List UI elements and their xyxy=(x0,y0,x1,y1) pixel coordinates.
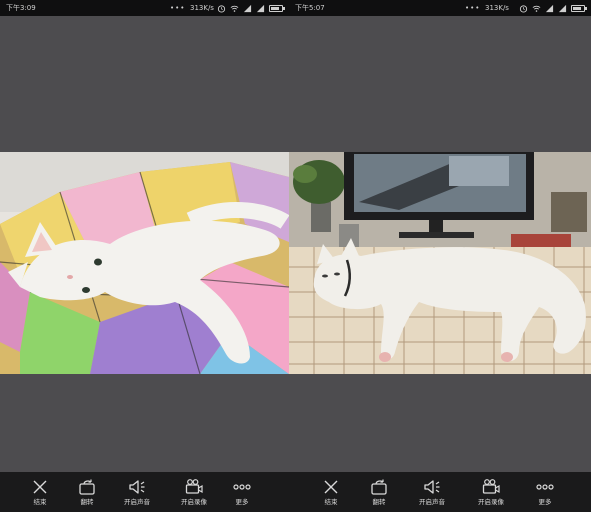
enable-sound-button[interactable]: 开启声音 xyxy=(117,472,157,512)
cell-signal-icon xyxy=(243,4,252,13)
flip-camera-icon xyxy=(77,477,97,497)
flip-camera-button[interactable]: 翻转 xyxy=(359,472,399,512)
end-call-button[interactable]: 结束 xyxy=(20,472,60,512)
more-button[interactable]: 更多 xyxy=(222,472,262,512)
more-button[interactable]: 更多 xyxy=(525,472,565,512)
cell-signal-2-icon xyxy=(558,4,567,13)
speaker-icon xyxy=(422,477,442,497)
call-toolbar: 结束 翻转 开启声音 开启录像 更多 xyxy=(0,472,289,512)
alarm-icon xyxy=(519,4,528,13)
video-camera-icon xyxy=(481,477,501,497)
close-icon xyxy=(30,477,50,497)
more-label: 更多 xyxy=(235,498,249,506)
close-icon xyxy=(321,477,341,497)
end-call-label: 结束 xyxy=(324,498,338,506)
status-network-speed: 313K/s xyxy=(190,4,214,12)
flip-camera-icon xyxy=(369,477,389,497)
cell-signal-2-icon xyxy=(256,4,265,13)
start-recording-label: 开启录像 xyxy=(181,498,207,506)
status-signal-dots: ••• xyxy=(170,4,186,12)
flip-camera-label: 翻转 xyxy=(372,498,386,506)
video-feed-cat-on-table xyxy=(289,152,591,374)
left-phone-screen: 下午3:09 ••• 313K/s 结束 翻转 开启声音 开启录像 更多 xyxy=(0,0,289,512)
alarm-icon xyxy=(217,4,226,13)
more-icon xyxy=(535,477,555,497)
status-bar: 下午3:09 ••• 313K/s xyxy=(0,0,289,16)
end-call-label: 结束 xyxy=(33,498,47,506)
status-network-speed: 313K/s xyxy=(485,4,509,12)
wifi-icon xyxy=(230,4,239,13)
video-camera-icon xyxy=(184,477,204,497)
cell-signal-icon xyxy=(545,4,554,13)
battery-icon xyxy=(571,4,587,12)
wifi-icon xyxy=(532,4,541,13)
status-time: 下午5:07 xyxy=(295,4,325,12)
battery-icon xyxy=(269,4,285,12)
speaker-icon xyxy=(127,477,147,497)
status-time: 下午3:09 xyxy=(6,4,36,12)
enable-sound-button[interactable]: 开启声音 xyxy=(412,472,452,512)
start-recording-button[interactable]: 开启录像 xyxy=(471,472,511,512)
enable-sound-label: 开启声音 xyxy=(419,498,445,506)
end-call-button[interactable]: 结束 xyxy=(311,472,351,512)
status-bar: 下午5:07 ••• 313K/s xyxy=(289,0,591,16)
flip-camera-button[interactable]: 翻转 xyxy=(67,472,107,512)
right-phone-screen: 下午5:07 ••• 313K/s 结束 翻转 开启声音 开启录像 更多 xyxy=(289,0,591,512)
more-icon xyxy=(232,477,252,497)
call-toolbar: 结束 翻转 开启声音 开启录像 更多 xyxy=(289,472,591,512)
start-recording-button[interactable]: 开启录像 xyxy=(174,472,214,512)
video-feed-cat-on-blanket xyxy=(0,152,289,374)
more-label: 更多 xyxy=(538,498,552,506)
start-recording-label: 开启录像 xyxy=(478,498,504,506)
status-signal-dots: ••• xyxy=(465,4,481,12)
enable-sound-label: 开启声音 xyxy=(124,498,150,506)
flip-camera-label: 翻转 xyxy=(80,498,94,506)
